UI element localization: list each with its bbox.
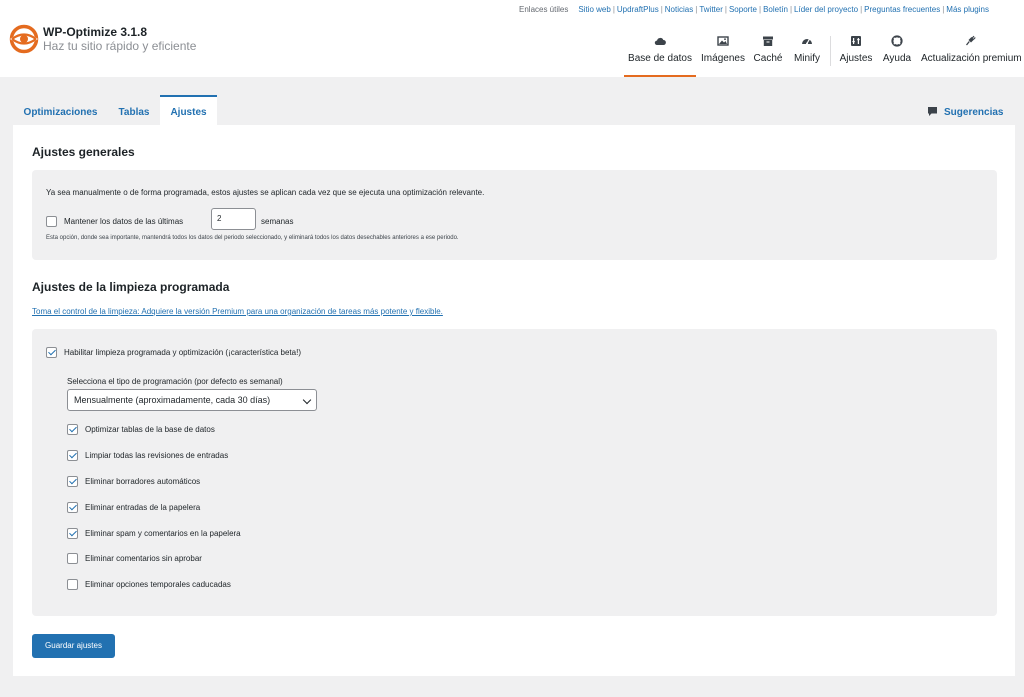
option-clean-revisions-checkbox[interactable] xyxy=(67,450,78,461)
useful-links-label: Enlaces útiles xyxy=(519,5,569,14)
enable-scheduled-checkbox[interactable] xyxy=(46,347,57,358)
option-unapproved-comments-checkbox[interactable] xyxy=(67,553,78,564)
option-clean-revisions-label: Limpiar todas las revisiones de entradas xyxy=(85,451,229,460)
link-faq[interactable]: Preguntas frecuentes xyxy=(864,5,940,14)
option-expired-transients-label: Eliminar opciones temporales caducadas xyxy=(85,580,231,589)
link-news[interactable]: Noticias xyxy=(665,5,693,14)
enable-scheduled-label: Habilitar limpieza programada y optimiza… xyxy=(64,348,301,357)
keep-data-note: Esta opción, donde sea importante, mante… xyxy=(46,235,459,241)
plug-icon xyxy=(921,35,1021,51)
nav-settings[interactable]: Ajustes xyxy=(838,33,874,77)
option-expired-transients-checkbox[interactable] xyxy=(67,579,78,590)
general-settings-description: Ya sea manualmente o de forma programada… xyxy=(46,188,485,197)
plugin-title: WP-Optimize 3.1.8 xyxy=(43,25,148,39)
option-auto-drafts-checkbox[interactable] xyxy=(67,476,78,487)
schedule-type-select[interactable]: Mensualmente (aproximadamente, cada 30 d… xyxy=(67,389,317,411)
scheduled-cleanup-heading: Ajustes de la limpieza programada xyxy=(32,280,230,294)
schedule-type-value: Mensualmente (aproximadamente, cada 30 d… xyxy=(74,395,271,405)
nav-divider xyxy=(830,36,831,66)
link-newsletter[interactable]: Boletín xyxy=(763,5,788,14)
nav-premium[interactable]: Actualización premium xyxy=(921,33,1022,77)
keep-data-checkbox[interactable] xyxy=(46,216,57,227)
wp-optimize-logo-icon xyxy=(9,24,39,54)
general-settings-heading: Ajustes generales xyxy=(32,145,135,159)
settings-panel: Ajustes generales Ya sea manualmente o d… xyxy=(13,125,1015,676)
nav-images[interactable]: Imágenes xyxy=(700,33,746,77)
link-twitter[interactable]: Twitter xyxy=(699,5,723,14)
tab-tables[interactable]: Tablas xyxy=(111,95,157,126)
option-spam-comments-label: Eliminar spam y comentarios en la papele… xyxy=(85,529,241,538)
option-optimize-tables-label: Optimizar tablas de la base de datos xyxy=(85,425,215,434)
chevron-down-icon xyxy=(302,395,312,405)
lifebuoy-icon xyxy=(882,35,912,51)
save-settings-button[interactable]: Guardar ajustes xyxy=(32,634,115,658)
keep-data-label: Mantener los datos de las últimas xyxy=(64,217,184,226)
option-trashed-posts-label: Eliminar entradas de la papelera xyxy=(85,503,201,512)
nav-help[interactable]: Ayuda xyxy=(882,33,912,77)
feedback-label: Sugerencias xyxy=(944,107,1004,118)
keep-weeks-input[interactable]: 2 xyxy=(211,208,256,230)
link-support[interactable]: Soporte xyxy=(729,5,757,14)
option-unapproved-comments-label: Eliminar comentarios sin aprobar xyxy=(85,554,202,563)
nav-database[interactable]: Base de datos xyxy=(624,33,696,77)
tab-settings[interactable]: Ajustes xyxy=(160,95,217,126)
cloud-icon xyxy=(624,35,696,51)
comment-icon xyxy=(928,107,937,116)
nav-minify[interactable]: Minify xyxy=(791,33,823,77)
schedule-type-label: Selecciona el tipo de programación (por … xyxy=(67,377,283,386)
keep-weeks-unit: semanas xyxy=(261,217,294,226)
link-website[interactable]: Sitio web xyxy=(578,5,610,14)
link-updraftplus[interactable]: UpdraftPlus xyxy=(617,5,659,14)
tab-optimizations[interactable]: Optimizaciones xyxy=(13,95,108,126)
settings-icon xyxy=(838,35,874,51)
archive-icon xyxy=(753,35,783,51)
feedback-link[interactable]: Sugerencias xyxy=(927,106,1003,118)
images-icon xyxy=(700,35,746,51)
option-auto-drafts-label: Eliminar borradores automáticos xyxy=(85,477,201,486)
option-trashed-posts-checkbox[interactable] xyxy=(67,502,78,513)
dashboard-icon xyxy=(791,35,823,51)
nav-cache[interactable]: Caché xyxy=(753,33,783,77)
premium-upsell-link[interactable]: Toma el control de la limpieza: Adquiere… xyxy=(32,307,443,316)
option-spam-comments-checkbox[interactable] xyxy=(67,528,78,539)
plugin-header: WP-Optimize 3.1.8 Haz tu sitio rápido y … xyxy=(0,0,1024,77)
link-project-lead[interactable]: Líder del proyecto xyxy=(794,5,858,14)
option-optimize-tables-checkbox[interactable] xyxy=(67,424,78,435)
general-settings-box: Ya sea manualmente o de forma programada… xyxy=(32,170,997,260)
plugin-tagline: Haz tu sitio rápido y eficiente xyxy=(43,39,197,53)
useful-links-bar: Enlaces útiles Sitio web | UpdraftPlus | Noti… xyxy=(519,5,989,14)
link-more-plugins[interactable]: Más plugins xyxy=(946,5,989,14)
scheduled-cleanup-box: Habilitar limpieza programada y optimiza… xyxy=(32,329,997,616)
